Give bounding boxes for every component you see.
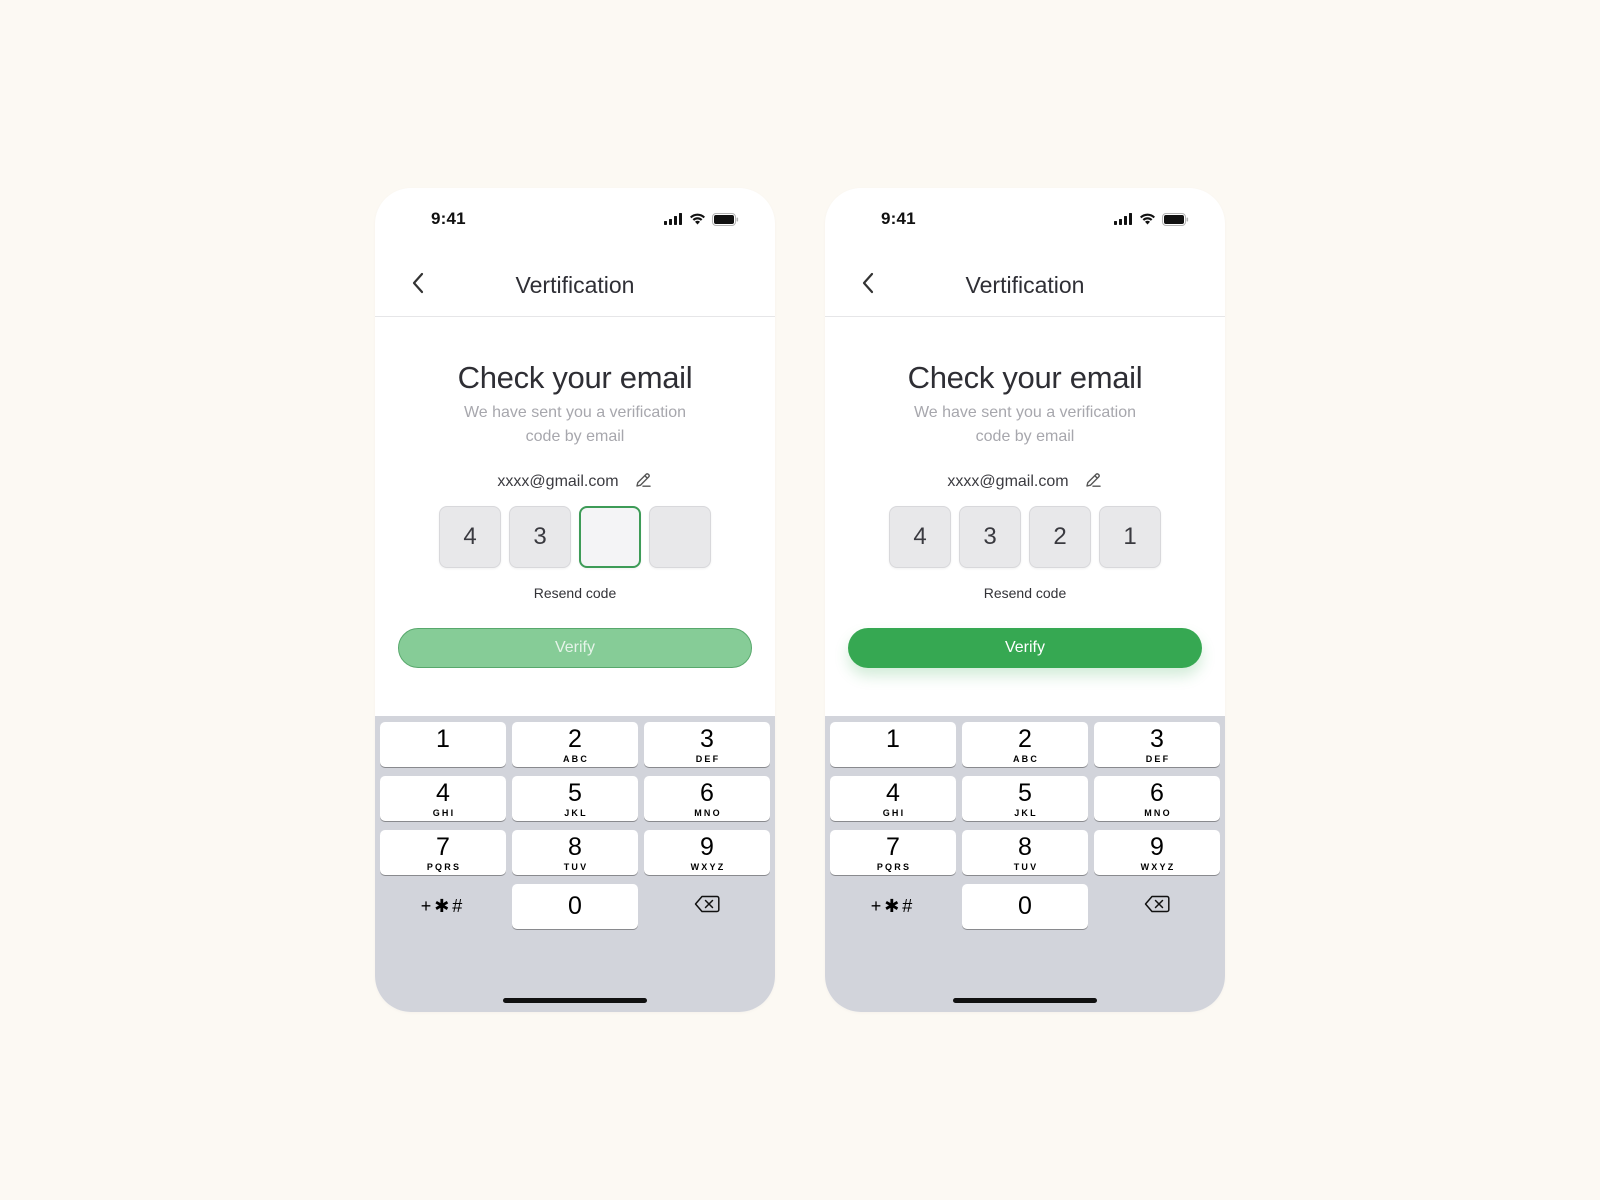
edit-email-button[interactable] xyxy=(1083,472,1103,492)
key-delete[interactable] xyxy=(644,884,770,929)
key-5[interactable]: 5 JKL xyxy=(962,776,1088,821)
status-time: 9:41 xyxy=(431,209,466,228)
heading: Check your email xyxy=(907,360,1143,395)
code-digit-4[interactable] xyxy=(649,506,711,568)
key-8[interactable]: 8 TUV xyxy=(962,830,1088,875)
verify-button[interactable]: Verify xyxy=(848,628,1202,668)
edit-email-button[interactable] xyxy=(633,472,653,492)
key-6[interactable]: 6 MNO xyxy=(644,776,770,821)
signal-icon xyxy=(1114,213,1133,225)
numeric-keypad: 1 2 ABC 3 DEF 4 GHI 5 JKL 6 MNO 7 PQRS 8 TUV 9W… xyxy=(825,716,1225,1012)
key-5[interactable]: 5 JKL xyxy=(512,776,638,821)
code-digit-2[interactable]: 3 xyxy=(959,506,1021,568)
key-0[interactable]: 0 xyxy=(962,884,1088,929)
key-2[interactable]: 2 ABC xyxy=(962,722,1088,767)
key-symbols[interactable]: +✱# xyxy=(380,884,506,929)
battery-icon xyxy=(1162,212,1189,226)
code-digit-1[interactable]: 4 xyxy=(889,506,951,568)
signal-icon xyxy=(664,213,683,225)
phone-screen-complete-code: 9:41 Vertification Check your email We h… xyxy=(825,188,1225,1012)
page-title: Vertification xyxy=(515,272,635,298)
code-digit-2[interactable]: 3 xyxy=(509,506,571,568)
subtitle: We have sent you a verification code by … xyxy=(913,404,1137,445)
key-0[interactable]: 0 xyxy=(512,884,638,929)
backspace-icon xyxy=(1144,895,1170,918)
key-1[interactable]: 1 xyxy=(380,722,506,767)
battery-icon xyxy=(712,212,739,226)
email-row: xxxx@gmail.com xyxy=(825,472,1225,492)
code-digit-1[interactable]: 4 xyxy=(439,506,501,568)
key-3[interactable]: 3 DEF xyxy=(1094,722,1220,767)
key-7[interactable]: 7 PQRS xyxy=(830,830,956,875)
key-4[interactable]: 4 GHI xyxy=(380,776,506,821)
code-digit-3[interactable]: 2 xyxy=(1029,506,1091,568)
status-bar: 9:41 xyxy=(825,188,1225,252)
code-input-row: 4 3 2 1 xyxy=(825,506,1225,568)
key-6[interactable]: 6 MNO xyxy=(1094,776,1220,821)
key-9[interactable]: 9 WXYZ xyxy=(1094,830,1220,875)
subtitle: We have sent you a verification code by … xyxy=(463,404,687,445)
wifi-icon xyxy=(689,213,706,225)
home-indicator xyxy=(953,998,1097,1003)
email-row: xxxx@gmail.com xyxy=(375,472,775,492)
home-indicator xyxy=(503,998,647,1003)
key-4[interactable]: 4 GHI xyxy=(830,776,956,821)
navigation-bar: Vertification xyxy=(825,252,1225,317)
pencil-icon xyxy=(634,471,652,494)
key-1[interactable]: 1 xyxy=(830,722,956,767)
code-input-row: 4 3 xyxy=(375,506,775,568)
backspace-icon xyxy=(694,895,720,918)
key-7[interactable]: 7 PQRS xyxy=(380,830,506,875)
resend-code-link[interactable]: Resend code xyxy=(375,585,775,601)
wifi-icon xyxy=(1139,213,1156,225)
status-bar: 9:41 xyxy=(375,188,775,252)
key-symbols[interactable]: +✱# xyxy=(830,884,956,929)
email-address: xxxx@gmail.com xyxy=(497,473,619,490)
key-2[interactable]: 2 ABC xyxy=(512,722,638,767)
code-digit-4[interactable]: 1 xyxy=(1099,506,1161,568)
pencil-icon xyxy=(1084,471,1102,494)
phone-screen-partial-code: 9:41 Vertification Check your email We h… xyxy=(375,188,775,1012)
verify-button[interactable]: Verify xyxy=(398,628,752,668)
numeric-keypad: 1 2 ABC 3 DEF 4 GHI 5 JKL 6 MNO 7 PQRS 8 TUV 9W… xyxy=(375,716,775,1012)
key-3[interactable]: 3 DEF xyxy=(644,722,770,767)
key-8[interactable]: 8 TUV xyxy=(512,830,638,875)
heading: Check your email xyxy=(457,360,693,395)
resend-code-link[interactable]: Resend code xyxy=(825,585,1225,601)
code-digit-3[interactable] xyxy=(579,506,641,568)
navigation-bar: Vertification xyxy=(375,252,775,317)
key-delete[interactable] xyxy=(1094,884,1220,929)
page-title: Vertification xyxy=(965,272,1085,298)
key-9[interactable]: 9 WXYZ xyxy=(644,830,770,875)
email-address: xxxx@gmail.com xyxy=(947,473,1069,490)
status-time: 9:41 xyxy=(881,209,916,228)
